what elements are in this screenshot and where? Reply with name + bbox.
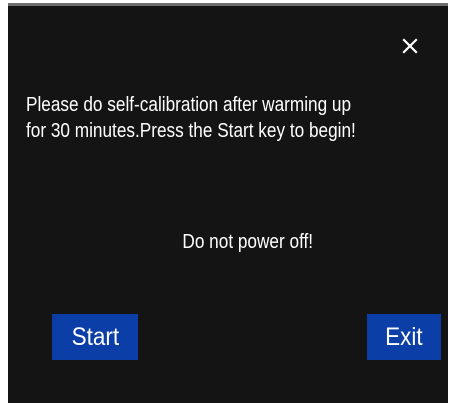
start-button-label: Start [71,323,119,351]
close-icon [402,38,418,54]
message-line-2: for 30 minutes.Press the Start key to be… [26,120,356,142]
exit-button-label: Exit [385,323,423,351]
calibration-dialog: Please do self-calibration after warming… [8,3,448,403]
power-warning: Do not power off! [8,229,448,255]
calibration-message: Please do self-calibration after warming… [26,92,387,144]
close-button[interactable] [400,36,420,56]
start-button[interactable]: Start [52,314,138,360]
power-warning-text: Do not power off! [182,231,314,253]
exit-button[interactable]: Exit [367,314,441,360]
message-line-1: Please do self-calibration after warming… [26,94,352,116]
